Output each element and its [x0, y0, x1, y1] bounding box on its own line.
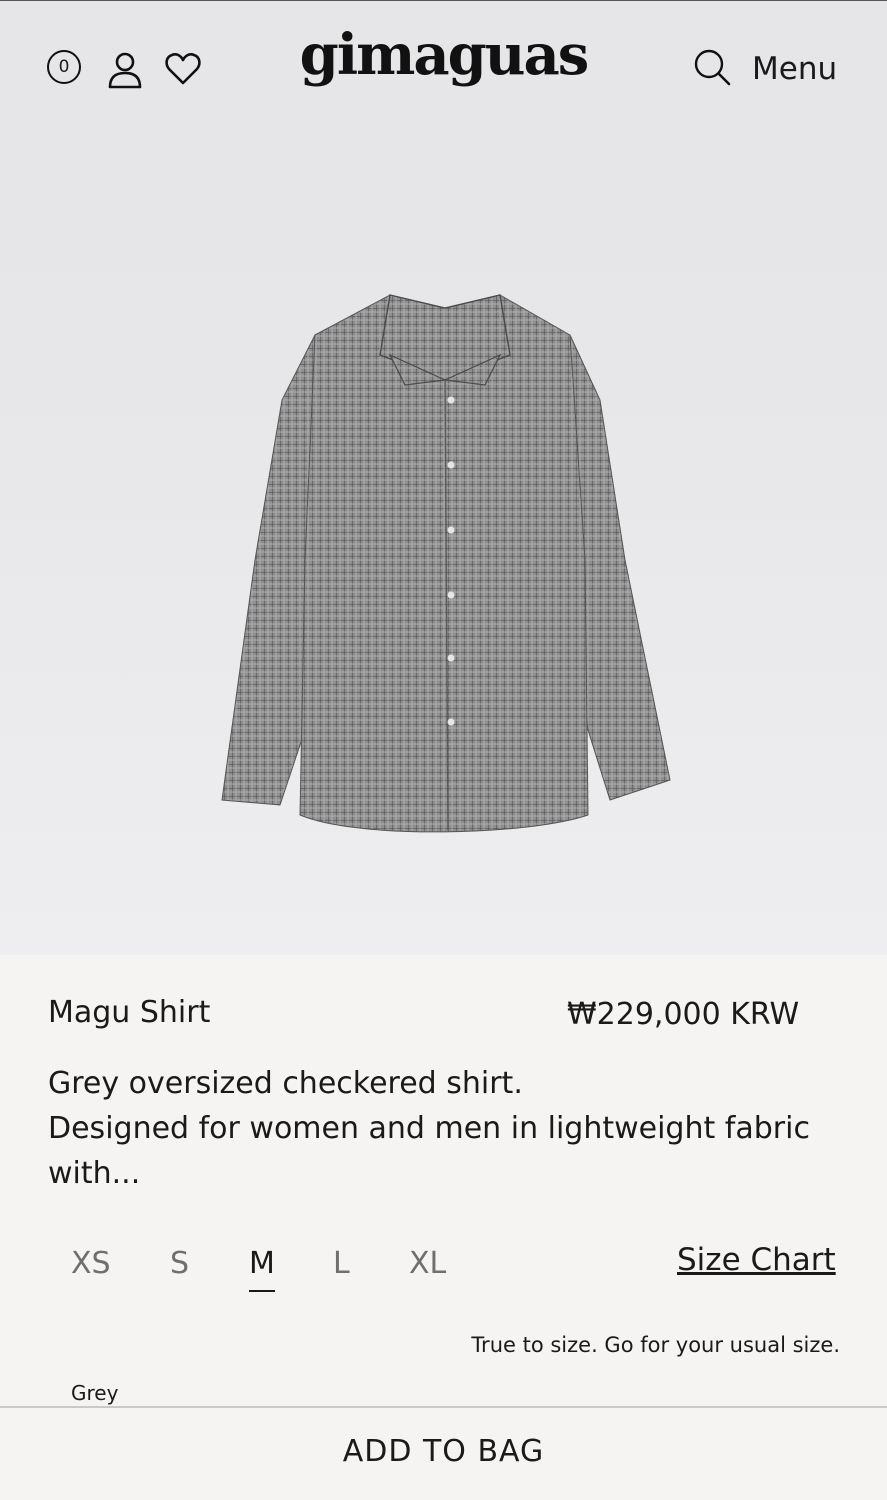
description-line-2: Designed for women and men in lightweigh… — [48, 1111, 810, 1191]
heart-icon-glyph — [165, 53, 201, 85]
shopping-bag-icon[interactable]: 0 — [46, 49, 86, 89]
brand-logo[interactable]: gimaguas — [290, 22, 597, 88]
product-image-area: 0 gimaguas Menu — [0, 0, 887, 955]
size-fit-note: True to size. Go for your usual size. — [471, 1333, 840, 1357]
wishlist-heart-icon[interactable] — [163, 49, 203, 89]
product-name: Magu Shirt — [48, 995, 211, 1030]
account-icon[interactable] — [105, 49, 145, 89]
search-icon[interactable] — [692, 47, 732, 87]
product-photo[interactable] — [200, 260, 690, 860]
size-option-l[interactable]: L — [333, 1240, 350, 1288]
size-option-xl[interactable]: XL — [409, 1240, 446, 1288]
size-chart-link[interactable]: Size Chart — [677, 1238, 836, 1282]
bag-count: 0 — [58, 57, 70, 77]
shirt-illustration — [221, 294, 671, 833]
size-option-s[interactable]: S — [170, 1240, 189, 1288]
account-icon-glyph — [108, 52, 142, 89]
menu-button[interactable]: Menu — [752, 49, 837, 89]
search-icon-glyph — [694, 49, 731, 86]
add-to-bag-label: ADD TO BAG — [342, 1434, 545, 1469]
size-option-m[interactable]: M — [249, 1240, 275, 1292]
product-price: ₩229,000 KRW — [567, 997, 800, 1032]
product-description[interactable]: Grey oversized checkered shirt. Designed… — [48, 1061, 848, 1196]
color-label: Grey — [71, 1381, 119, 1405]
add-to-bag-button[interactable]: ADD TO BAG — [0, 1406, 887, 1500]
size-option-xs[interactable]: XS — [71, 1240, 111, 1288]
site-header: 0 gimaguas Menu — [0, 0, 887, 140]
description-line-1: Grey oversized checkered shirt. — [48, 1066, 523, 1101]
